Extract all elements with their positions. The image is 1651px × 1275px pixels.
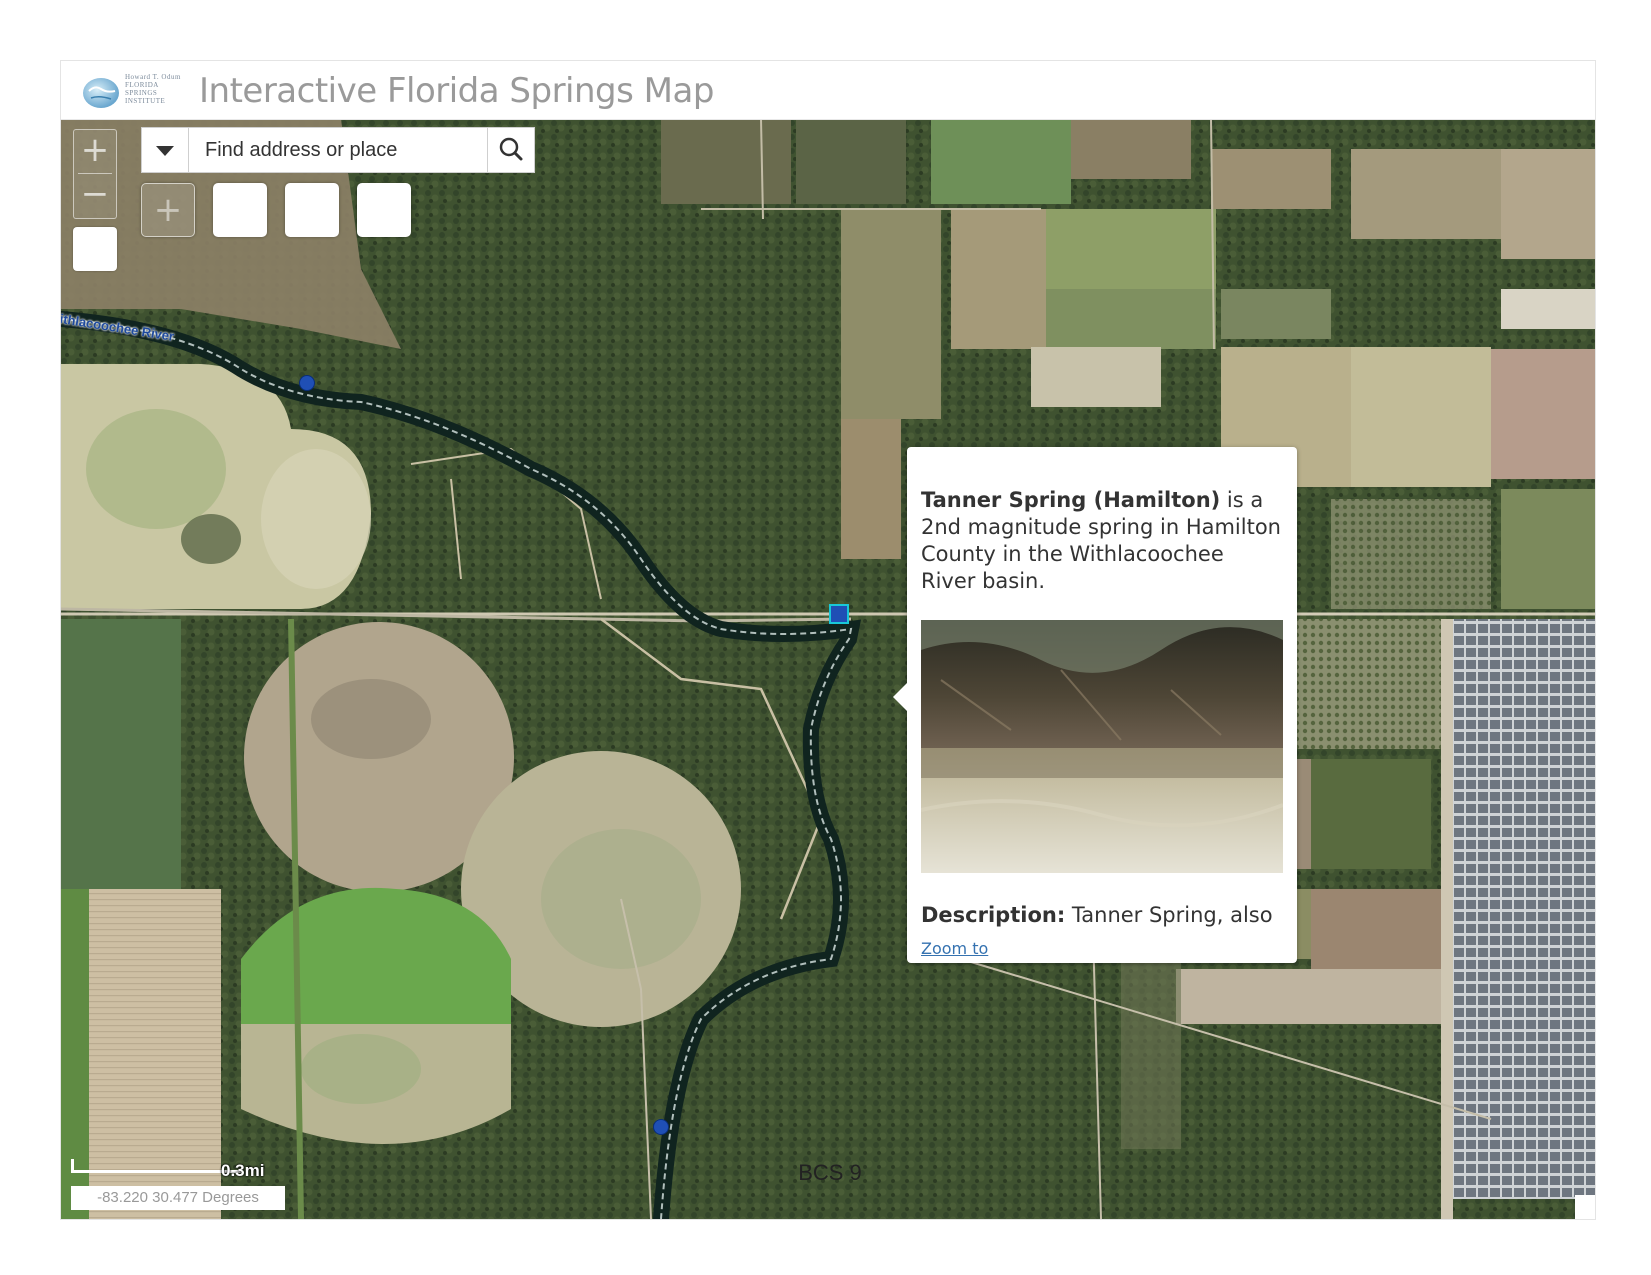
zoom-in-button[interactable]: +: [74, 130, 116, 173]
spring-popup: Tanner Spring (Hamilton) is a 2nd magnit…: [893, 447, 1297, 963]
logo-line-3: SPRINGS: [125, 89, 158, 97]
popup-intro: Tanner Spring (Hamilton) is a 2nd magnit…: [921, 487, 1283, 595]
logo-line-2: FLORIDA: [125, 81, 159, 89]
map-view[interactable]: ithlacoochee River + − +: [61, 119, 1595, 1219]
description-text: Tanner Spring, also: [1065, 903, 1273, 927]
search-button[interactable]: [487, 128, 534, 172]
description-label: Description:: [921, 903, 1066, 927]
spring-marker[interactable]: [299, 375, 315, 391]
attribution-corner: [1575, 1195, 1595, 1219]
logo-wordmark: Howard T. Odum FLORIDA SPRINGS INSTITUTE: [125, 73, 181, 105]
app-header: Howard T. Odum FLORIDA SPRINGS INSTITUTE…: [61, 61, 1595, 120]
zoom-control: + −: [73, 129, 117, 219]
search-icon: [499, 137, 523, 161]
spring-marker-selected[interactable]: [829, 604, 849, 624]
popup-description: Description: Tanner Spring, also: [921, 902, 1283, 936]
zoom-to-link[interactable]: Zoom to: [921, 939, 988, 958]
springs-map-app: Howard T. Odum FLORIDA SPRINGS INSTITUTE…: [60, 60, 1596, 1220]
page-footer-label: BCS 9: [798, 1160, 862, 1185]
chevron-down-icon: [156, 146, 174, 156]
springs-institute-logo: Howard T. Odum FLORIDA SPRINGS INSTITUTE: [81, 71, 181, 111]
spring-marker[interactable]: [653, 1119, 669, 1135]
spring-name: Tanner Spring (Hamilton): [921, 488, 1221, 512]
tool-button-4[interactable]: [357, 183, 411, 237]
add-tool-button[interactable]: +: [141, 183, 195, 237]
scale-label: 0.3mi: [221, 1161, 265, 1180]
satellite-imagery: [61, 119, 1595, 1219]
search-input[interactable]: [189, 128, 485, 172]
globe-icon: [83, 78, 119, 108]
tool-button-2[interactable]: [213, 183, 267, 237]
search-widget: [141, 127, 535, 173]
tool-button-3[interactable]: [285, 183, 339, 237]
home-button[interactable]: [73, 227, 117, 271]
page-title: Interactive Florida Springs Map: [199, 71, 714, 111]
plus-icon: +: [153, 190, 183, 230]
logo-line-1: Howard T. Odum: [125, 73, 181, 81]
coordinate-readout: -83.220 30.477 Degrees: [71, 1186, 285, 1210]
logo-line-4: INSTITUTE: [125, 97, 166, 105]
scale-bar: [71, 1159, 241, 1173]
spring-photo: [921, 620, 1283, 873]
zoom-out-button[interactable]: −: [74, 174, 116, 217]
popup-pointer: [893, 683, 907, 711]
search-source-dropdown[interactable]: [142, 128, 189, 172]
